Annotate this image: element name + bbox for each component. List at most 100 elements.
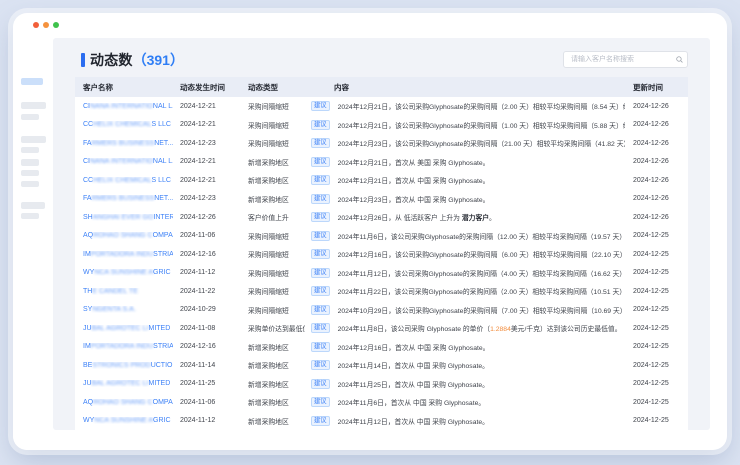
customer-name-blurred: NCA SUNSHINE A xyxy=(94,269,153,276)
content-segment: 2024年12月23日，该公司采购Glyphosate的采购间隔（21.00 天… xyxy=(338,141,625,148)
suggestion-tag[interactable]: 建议 xyxy=(311,249,330,259)
customer-name-link[interactable]: JUBAL AGROTEC LIMITED xyxy=(75,380,173,387)
dynamic-content: 建议2024年11月22日，该公司采购Glyphosate的采购间隔（2.00 … xyxy=(305,286,625,296)
customer-name-prefix: AQ xyxy=(83,232,93,239)
minimize-button[interactable] xyxy=(43,22,49,28)
table-row: AQROHAO SHANG COMPA...2024-11-06采购间隔缩短建议… xyxy=(75,227,688,246)
customer-name-link[interactable]: AQROHAO SHANG COMPA... xyxy=(75,232,173,239)
suggestion-tag[interactable]: 建议 xyxy=(311,101,330,111)
dynamic-type: 采购间隔缩短 xyxy=(242,249,305,259)
customer-name-link[interactable]: FARMERS BUSINESSNET... xyxy=(75,195,173,202)
customer-name-blurred: ROHAO SHANG C xyxy=(93,232,153,239)
customer-name-link[interactable]: CINANA INTERNATIONAL L... xyxy=(75,158,173,165)
suggestion-tag[interactable]: 建议 xyxy=(311,231,330,241)
customer-name-link[interactable]: WYNCA SUNSHINE AGRIC ... xyxy=(75,417,173,424)
page-title-text: 动态数 xyxy=(90,50,133,70)
dynamic-type: 新增采购地区 xyxy=(242,416,305,426)
customer-name-link[interactable]: BESTRONICS PRODUCTIO... xyxy=(75,362,173,369)
dynamic-date: 2024-11-25 xyxy=(173,380,242,387)
sidebar-item-placeholder[interactable] xyxy=(21,147,39,153)
customer-name-blurred: NGENTA S.A. xyxy=(92,306,135,313)
table-row: CINANA INTERNATIONAL L...2024-12-21新增采购地… xyxy=(75,153,688,172)
content-segment: 2024年12月21日，首次从 美国 采购 Glyphosate。 xyxy=(338,160,490,167)
table-row: CINANA INTERNATIONAL L...2024-12-21采购间隔缩… xyxy=(75,97,688,116)
suggestion-tag[interactable]: 建议 xyxy=(311,379,330,389)
customer-name-blurred: HELIX CHEMICAL xyxy=(93,121,151,128)
update-date: 2024-12-25 xyxy=(625,325,688,332)
customer-name-link[interactable]: SYNGENTA S.A. xyxy=(75,306,173,313)
customer-name-link[interactable]: FARMERS BUSINESSNET... xyxy=(75,140,173,147)
customer-name-link[interactable]: CCHELIX CHEMICALS LLC xyxy=(75,177,173,184)
sidebar-item-placeholder[interactable] xyxy=(21,170,39,176)
content-segment: 2024年11月14日，首次从 中国 采购 Glyphosate。 xyxy=(338,363,489,370)
content-segment: 。 xyxy=(489,215,496,222)
suggestion-tag[interactable]: 建议 xyxy=(311,323,330,333)
customer-name-link[interactable]: CINANA INTERNATIONAL L... xyxy=(75,103,173,110)
customer-name-link[interactable]: WYNCA SUNSHINE AGRIC ... xyxy=(75,269,173,276)
suggestion-tag[interactable]: 建议 xyxy=(311,342,330,352)
record-count: （391） xyxy=(133,50,184,70)
customer-name-prefix: BE xyxy=(83,362,92,369)
suggestion-tag[interactable]: 建议 xyxy=(311,416,330,426)
suggestion-tag[interactable]: 建议 xyxy=(311,268,330,278)
customer-name-suffix: INTER... xyxy=(153,214,173,221)
table-row: THE CANDEL TE2024-11-22采购间隔缩短建议2024年11月2… xyxy=(75,282,688,301)
update-date: 2024-12-25 xyxy=(625,306,688,313)
suggestion-tag[interactable]: 建议 xyxy=(311,120,330,130)
content-text: 2024年11月12日，该公司采购Glyphosate的采购间隔（4.00 天）… xyxy=(338,268,625,278)
customer-name-blurred: BAL AGROTEC LI xyxy=(92,380,149,387)
table-row: WYNCA SUNSHINE AGRIC ...2024-11-12采购间隔缩短… xyxy=(75,264,688,283)
suggestion-tag[interactable]: 建议 xyxy=(311,286,330,296)
customer-name-suffix: UCTIO... xyxy=(151,362,173,369)
content-text: 2024年11月8日，该公司采购 Glyphosate 的单价（1.2884美元… xyxy=(338,323,622,333)
search-box xyxy=(563,51,688,68)
dynamic-content: 建议 2024年11月12日，该公司采购Glyphosate的采购间隔（4.00 … xyxy=(305,268,625,278)
search-input[interactable] xyxy=(569,52,673,67)
customer-name-suffix: GRIC ... xyxy=(153,417,173,424)
sidebar-item-placeholder[interactable] xyxy=(21,202,45,209)
customer-name-link[interactable]: THE CANDEL TE xyxy=(75,288,173,295)
dynamic-content: 建议 2024年12月21日，首次从 美国 采购 Glyphosate。 xyxy=(305,157,625,167)
suggestion-tag[interactable]: 建议 xyxy=(311,212,330,222)
customer-name-link[interactable]: IMPORTADORA INDUSTRIA... xyxy=(75,251,173,258)
customer-name-prefix: CC xyxy=(83,121,93,128)
sidebar-item-placeholder[interactable] xyxy=(21,136,46,143)
update-date: 2024-12-26 xyxy=(625,140,688,147)
dynamic-date: 2024-12-21 xyxy=(173,158,242,165)
suggestion-tag[interactable]: 建议 xyxy=(311,194,330,204)
update-date: 2024-12-25 xyxy=(625,399,688,406)
sidebar-item-placeholder-active[interactable] xyxy=(21,78,43,85)
customer-name-suffix: GRIC ... xyxy=(153,269,173,276)
content-text: 2024年11月25日，首次从 中国 采购 Glyphosate。 xyxy=(338,379,489,389)
sidebar-item-placeholder[interactable] xyxy=(21,159,39,166)
content-text: 2024年12月16日，该公司采购Glyphosate的采购间隔（6.00 天）… xyxy=(338,249,625,259)
maximize-button[interactable] xyxy=(53,22,59,28)
suggestion-tag[interactable]: 建议 xyxy=(311,157,330,167)
sidebar-item-placeholder[interactable] xyxy=(21,114,39,120)
customer-name-link[interactable]: IMPORTADORA INDUSTRIA... xyxy=(75,343,173,350)
close-button[interactable] xyxy=(33,22,39,28)
suggestion-tag[interactable]: 建议 xyxy=(311,397,330,407)
sidebar-item-placeholder[interactable] xyxy=(21,102,46,109)
sidebar-item-placeholder[interactable] xyxy=(21,213,39,219)
dynamic-content: 建议 2024年11月14日，首次从 中国 采购 Glyphosate。 xyxy=(305,360,625,370)
dynamic-date: 2024-12-23 xyxy=(173,140,242,147)
customer-name-blurred: RMERS BUSINESS xyxy=(92,140,155,147)
bold-value: 潜力客户 xyxy=(462,215,489,222)
customer-name-suffix: OMPA... xyxy=(153,399,173,406)
customer-name-blurred: PORTADORA INDU xyxy=(91,251,153,258)
sidebar-item-placeholder[interactable] xyxy=(21,181,39,187)
suggestion-tag[interactable]: 建议 xyxy=(311,175,330,185)
customer-name-link[interactable]: CCHELIX CHEMICALS LLC xyxy=(75,121,173,128)
customer-name-link[interactable]: AQROHAO SHANG COMPA... xyxy=(75,399,173,406)
dynamic-type: 新增采购地区 xyxy=(242,157,305,167)
app-window: 动态数 （391） 客户名称动态发生时间动态类型内容更新时间 CINANA IN… xyxy=(13,13,727,450)
customer-name-prefix: CI xyxy=(83,103,90,110)
customer-name-link[interactable]: JUBAL AGROTEC LIMITED xyxy=(75,325,173,332)
content-segment: 2024年11月12日，首次从 中国 采购 Glyphosate。 xyxy=(338,419,489,426)
suggestion-tag[interactable]: 建议 xyxy=(311,305,330,315)
suggestion-tag[interactable]: 建议 xyxy=(311,360,330,370)
customer-name-link[interactable]: SHANGHAI EVER GOINTER... xyxy=(75,214,173,221)
table-header-row: 客户名称动态发生时间动态类型内容更新时间 xyxy=(75,77,688,97)
suggestion-tag[interactable]: 建议 xyxy=(311,138,330,148)
